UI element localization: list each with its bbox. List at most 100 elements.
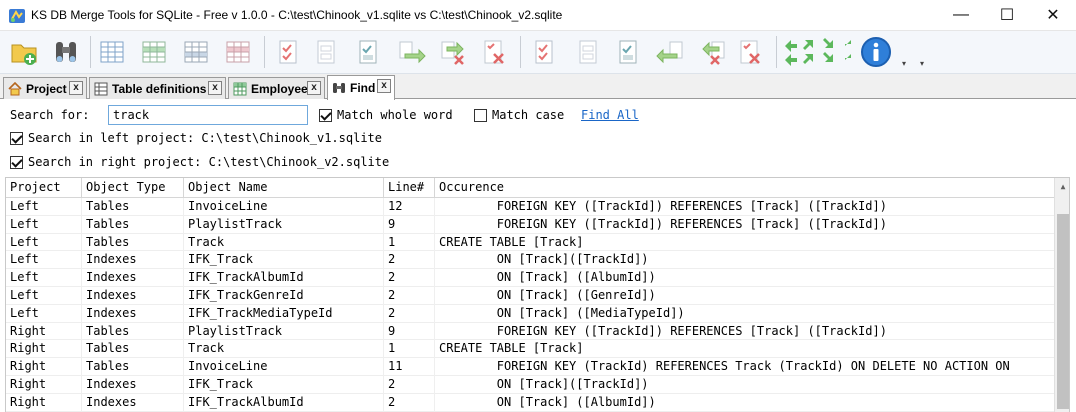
table-row[interactable]: Right Tables InvoiceLine 11 FOREIGN KEY (Tr… — [6, 358, 1054, 376]
copy-left-delete-icon — [702, 41, 725, 65]
left-project-checkbox[interactable] — [10, 131, 23, 145]
search-input[interactable]: track — [108, 105, 308, 125]
vertical-scrollbar[interactable]: ▲ — [1054, 178, 1069, 412]
cell-occurence: ON [Track] ([MediaTypeId]) — [439, 305, 685, 320]
delete-doc-icon — [484, 40, 504, 64]
grid-header: Project Object Type Object Name Line# Oc… — [6, 178, 1054, 198]
cell-object-type: Tables — [82, 358, 184, 376]
table-view-blue-button[interactable] — [180, 34, 212, 70]
tab-close-button[interactable]: x — [69, 81, 83, 95]
scrollbar-thumb[interactable] — [1057, 214, 1069, 409]
nav-arrows-icon — [785, 38, 851, 66]
cell-object-name: IFK_TrackMediaTypeId — [184, 304, 384, 323]
toolbar-separator — [776, 36, 777, 68]
tab-table-definitions[interactable]: Table definitions x — [89, 77, 226, 99]
cell-occurence: CREATE TABLE [Track] — [439, 341, 584, 356]
cell-project: Left — [6, 269, 82, 287]
navigate-differences-button[interactable] — [780, 34, 856, 70]
cell-object-type: Indexes — [82, 269, 184, 287]
cell-project: Left — [6, 215, 82, 234]
copy-right-button[interactable] — [396, 34, 428, 70]
cell-line: 2 — [384, 375, 435, 394]
table-row[interactable]: Left Indexes IFK_TrackMediaTypeId 2 ON [Tra… — [6, 304, 1054, 323]
cell-object-type: Tables — [82, 215, 184, 234]
table-row[interactable]: Left Indexes IFK_TrackAlbumId 2 ON [Track] … — [6, 269, 1054, 287]
blank-doc-2-button[interactable] — [572, 34, 604, 70]
copy-left-button[interactable] — [654, 34, 686, 70]
column-header-occurence[interactable]: Occurence — [435, 178, 1054, 198]
column-header-project[interactable]: Project — [6, 178, 82, 198]
cell-occurence: CREATE TABLE [Track] — [439, 234, 584, 249]
cell-object-name: IFK_TrackAlbumId — [184, 269, 384, 287]
cell-line: 1 — [384, 233, 435, 252]
blank-doc-button[interactable] — [310, 34, 342, 70]
column-header-line[interactable]: Line# — [384, 178, 435, 198]
tab-close-button[interactable]: x — [307, 81, 321, 95]
delete-doc-button[interactable] — [478, 34, 510, 70]
close-window-button[interactable]: ✕ — [1030, 0, 1076, 30]
cell-occurence: FOREIGN KEY (TrackId) REFERENCES Track (… — [439, 359, 1010, 374]
table-row[interactable]: Left Indexes IFK_Track 2 ON [Track]([TrackI… — [6, 251, 1054, 270]
match-case-option[interactable]: Match case — [474, 105, 564, 125]
table-row[interactable]: Left Tables Track 1 CREATE TABLE [Track] — [6, 233, 1054, 252]
match-case-checkbox[interactable] — [474, 108, 487, 122]
table-row[interactable]: Right Tables Track 1 CREATE TABLE [Track] — [6, 340, 1054, 359]
scroll-up-icon[interactable]: ▲ — [1055, 178, 1069, 195]
cell-line: 12 — [384, 198, 435, 216]
tab-close-button[interactable]: x — [208, 81, 222, 95]
table-row[interactable]: Right Tables PlaylistTrack 9 FOREIGN KEY ([… — [6, 322, 1054, 341]
cell-line: 9 — [384, 322, 435, 341]
cell-occurence: ON [Track]([TrackId]) — [439, 376, 649, 391]
check-doc-teal-2-button[interactable] — [612, 34, 644, 70]
cell-object-name: InvoiceLine — [184, 198, 384, 216]
blank-doc-icon — [317, 40, 335, 64]
find-all-label[interactable]: Find All — [581, 108, 639, 122]
copy-right-icon — [399, 41, 426, 64]
match-whole-word-option[interactable]: Match whole word — [319, 105, 453, 125]
minimize-button[interactable]: — — [938, 0, 984, 30]
open-project-button[interactable] — [8, 34, 40, 70]
tab-close-button[interactable]: x — [377, 79, 391, 93]
maximize-button[interactable]: ☐ — [984, 0, 1030, 30]
copy-right-delete-button[interactable] — [438, 34, 470, 70]
table-row[interactable]: Left Tables PlaylistTrack 9 FOREIGN KEY ([T… — [6, 215, 1054, 234]
check-doc-2-button[interactable] — [528, 34, 560, 70]
column-header-object-name[interactable]: Object Name — [184, 178, 384, 198]
toolbar-separator — [264, 36, 265, 68]
tab-find[interactable]: Find x — [327, 75, 395, 100]
copy-right-delete-icon — [441, 41, 464, 65]
table-view-green-icon — [142, 41, 166, 63]
table-view-pink-button[interactable] — [222, 34, 254, 70]
right-project-checkbox[interactable] — [10, 155, 23, 169]
toolbar-options-icon[interactable]: ▾ — [920, 59, 924, 68]
check-doc-button[interactable] — [272, 34, 304, 70]
cell-line: 11 — [384, 358, 435, 376]
cell-project: Left — [6, 233, 82, 252]
right-project-option[interactable]: Search in right project: C:\test\Chinook… — [10, 152, 389, 172]
table-row[interactable]: Right Indexes IFK_Track 2 ON [Track]([Track… — [6, 375, 1054, 394]
open-project-icon — [11, 44, 37, 65]
info-button[interactable] — [860, 34, 892, 70]
check-doc-teal-button[interactable] — [352, 34, 384, 70]
delete-doc-2-button[interactable] — [734, 34, 766, 70]
table-view-green-button[interactable] — [138, 34, 170, 70]
column-header-object-type[interactable]: Object Type — [82, 178, 184, 198]
find-all-link[interactable]: Find All — [581, 105, 639, 125]
tab-employee[interactable]: Employee x — [228, 77, 325, 99]
table-row[interactable]: Left Indexes IFK_TrackGenreId 2 ON [Track] … — [6, 286, 1054, 305]
cell-object-name: Track — [184, 340, 384, 359]
left-project-option[interactable]: Search in left project: C:\test\Chinook_… — [10, 128, 382, 148]
toolbar-overflow-icon[interactable]: ▾ — [902, 59, 906, 68]
tab-label: Table definitions — [112, 81, 207, 96]
table-row[interactable]: Right Indexes IFK_TrackAlbumId 2 ON [Track]… — [6, 393, 1054, 412]
cell-object-name: PlaylistTrack — [184, 322, 384, 341]
copy-left-delete-button[interactable] — [696, 34, 728, 70]
info-icon — [861, 37, 891, 67]
table-view-button[interactable] — [96, 34, 128, 70]
cell-project: Right — [6, 340, 82, 359]
find-button[interactable] — [50, 34, 82, 70]
table-row[interactable]: Left Tables InvoiceLine 12 FOREIGN KEY ([Tr… — [6, 198, 1054, 216]
match-whole-word-checkbox[interactable] — [319, 108, 332, 122]
tab-project[interactable]: Project x — [3, 77, 87, 99]
cell-object-name: IFK_Track — [184, 375, 384, 394]
